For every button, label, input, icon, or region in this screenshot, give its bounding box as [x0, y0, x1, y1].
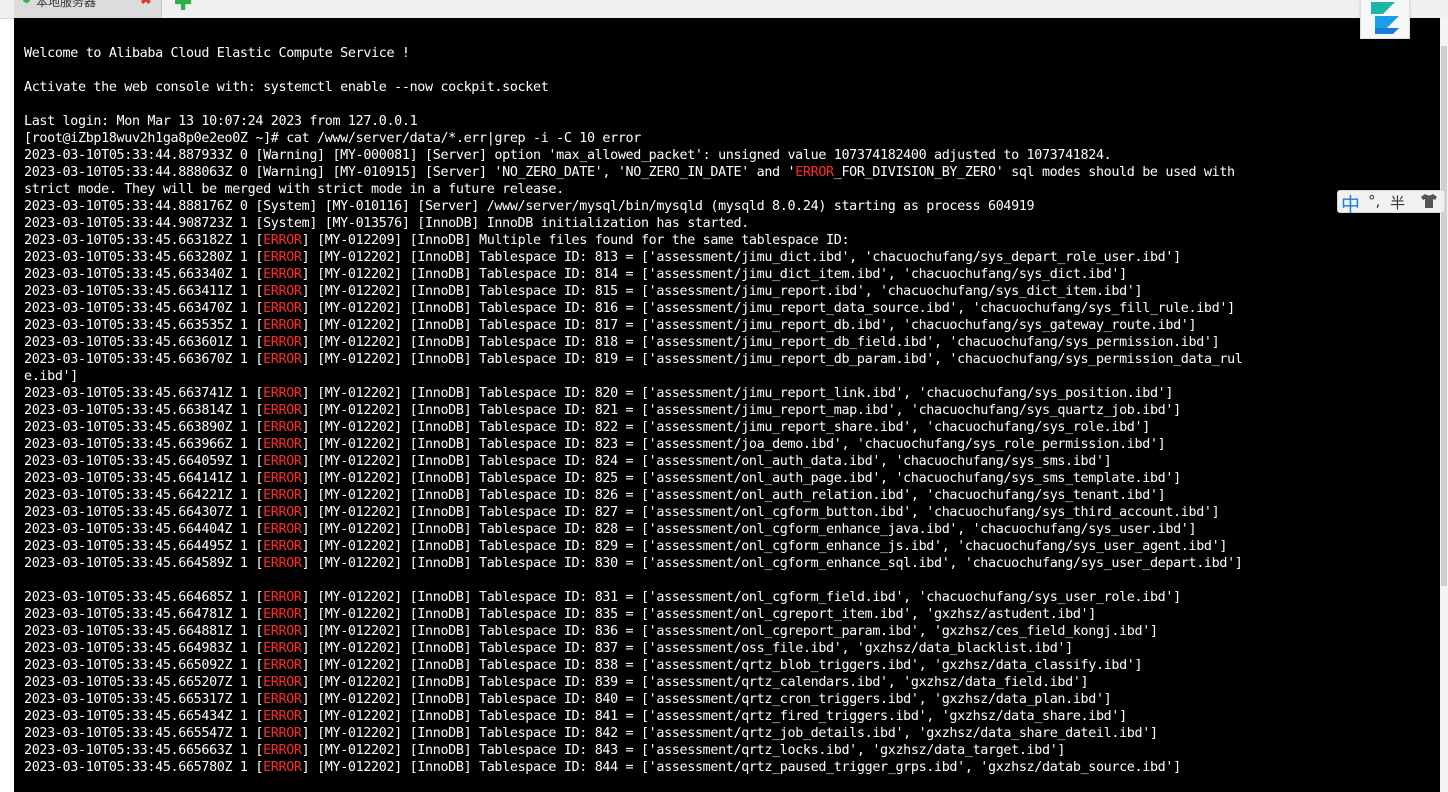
terminal-line: 2023-03-10T05:33:45.665434Z 1 [ERROR] [M… [24, 709, 1127, 724]
shirt-icon[interactable] [1420, 193, 1438, 213]
scrollbar[interactable] [1440, 18, 1448, 792]
ime-punctuation-toggle[interactable]: °, [1368, 192, 1380, 210]
terminal-window[interactable]: Welcome to Alibaba Cloud Elastic Compute… [14, 18, 1440, 792]
terminal-line: 2023-03-10T05:33:45.663890Z 1 [ERROR] [M… [24, 420, 1150, 435]
terminal-line: 2023-03-10T05:33:45.663182Z 1 [ERROR] [M… [24, 233, 850, 248]
terminal-line: 2023-03-10T05:33:45.664495Z 1 [ERROR] [M… [24, 539, 1228, 554]
tab-title: 本地服务器 [36, 0, 97, 9]
terminal-line: 2023-03-10T05:33:45.665663Z 1 [ERROR] [M… [24, 743, 1066, 758]
terminal-line: e.ibd'] [24, 369, 78, 384]
ime-toolbar[interactable]: 中 °, 半 [1337, 190, 1445, 216]
terminal-line: 2023-03-10T05:33:45.664589Z 1 [ERROR] [M… [24, 556, 1243, 571]
terminal-line: 2023-03-10T05:33:45.663670Z 1 [ERROR] [M… [24, 352, 1243, 367]
terminal-line: 2023-03-10T05:33:45.663741Z 1 [ERROR] [M… [24, 386, 1174, 401]
connection-status-icon [23, 0, 30, 3]
terminal-line: 2023-03-10T05:33:45.665092Z 1 [ERROR] [M… [24, 658, 1143, 673]
scrollbar-thumb[interactable] [1441, 46, 1447, 586]
terminal-line: 2023-03-10T05:33:45.664059Z 1 [ERROR] [M… [24, 454, 1112, 469]
terminal-output: Welcome to Alibaba Cloud Elastic Compute… [24, 45, 1243, 776]
terminal-line: 2023-03-10T05:33:45.665780Z 1 [ERROR] [M… [24, 760, 1181, 775]
tab-bar: 本地服务器 ✖ ✚ [0, 0, 1448, 19]
terminal-line: strict mode. They will be merged with st… [24, 182, 564, 197]
add-tab-icon[interactable]: ✚ [174, 0, 192, 16]
terminal-line: 2023-03-10T05:33:45.663535Z 1 [ERROR] [M… [24, 318, 1197, 333]
terminal-line: 2023-03-10T05:33:45.665547Z 1 [ERROR] [M… [24, 726, 1158, 741]
terminal-line: 2023-03-10T05:33:45.664881Z 1 [ERROR] [M… [24, 624, 1158, 639]
terminal-line: 2023-03-10T05:33:45.663470Z 1 [ERROR] [M… [24, 301, 1235, 316]
terminal-line: 2023-03-10T05:33:45.663280Z 1 [ERROR] [M… [24, 250, 1181, 265]
terminal-line: 2023-03-10T05:33:44.908723Z 1 [System] [… [24, 216, 749, 231]
terminal-line: Welcome to Alibaba Cloud Elastic Compute… [24, 46, 410, 61]
terminal-line: 2023-03-10T05:33:45.665317Z 1 [ERROR] [M… [24, 692, 1112, 707]
terminal-line: 2023-03-10T05:33:45.663814Z 1 [ERROR] [M… [24, 403, 1181, 418]
terminal-line: 2023-03-10T05:33:44.888176Z 0 [System] [… [24, 199, 1035, 214]
close-icon[interactable]: ✖ [140, 0, 152, 8]
terminal-line: 2023-03-10T05:33:45.664141Z 1 [ERROR] [M… [24, 471, 1181, 486]
terminal-line: 2023-03-10T05:33:45.664685Z 1 [ERROR] [M… [24, 590, 1181, 605]
terminal-line: 2023-03-10T05:33:45.664221Z 1 [ERROR] [M… [24, 488, 1166, 503]
terminal-line: 2023-03-10T05:33:45.663340Z 1 [ERROR] [M… [24, 267, 1127, 282]
terminal-line: 2023-03-10T05:33:45.664307Z 1 [ERROR] [M… [24, 505, 1220, 520]
terminal-line: [root@iZbp18wuv2h1ga8p0e2eo0Z ~]# cat /w… [24, 131, 641, 146]
terminal-line: Last login: Mon Mar 13 10:07:24 2023 fro… [24, 114, 418, 129]
terminal-line: 2023-03-10T05:33:45.664781Z 1 [ERROR] [M… [24, 607, 1096, 622]
terminal-line: Activate the web console with: systemctl… [24, 80, 549, 95]
tab-local-server[interactable]: 本地服务器 ✖ [14, 0, 162, 18]
terminal-line: 2023-03-10T05:33:44.888063Z 0 [Warning] … [24, 165, 1235, 180]
terminal-line: 2023-03-10T05:33:44.887933Z 0 [Warning] … [24, 148, 1112, 163]
terminal-line: 2023-03-10T05:33:45.663601Z 1 [ERROR] [M… [24, 335, 1220, 350]
terminal-line: 2023-03-10T05:33:45.664404Z 1 [ERROR] [M… [24, 522, 1197, 537]
ime-mode-toggle[interactable]: 中 [1341, 190, 1360, 217]
terminal-line: 2023-03-10T05:33:45.665207Z 1 [ERROR] [M… [24, 675, 1089, 690]
terminal-line: 2023-03-10T05:33:45.663966Z 1 [ERROR] [M… [24, 437, 1166, 452]
ime-width-toggle[interactable]: 半 [1390, 192, 1405, 213]
terminal-line: 2023-03-10T05:33:45.663411Z 1 [ERROR] [M… [24, 284, 1143, 299]
terminal-line: 2023-03-10T05:33:45.664983Z 1 [ERROR] [M… [24, 641, 1073, 656]
app-logo-icon[interactable] [1360, 0, 1410, 39]
